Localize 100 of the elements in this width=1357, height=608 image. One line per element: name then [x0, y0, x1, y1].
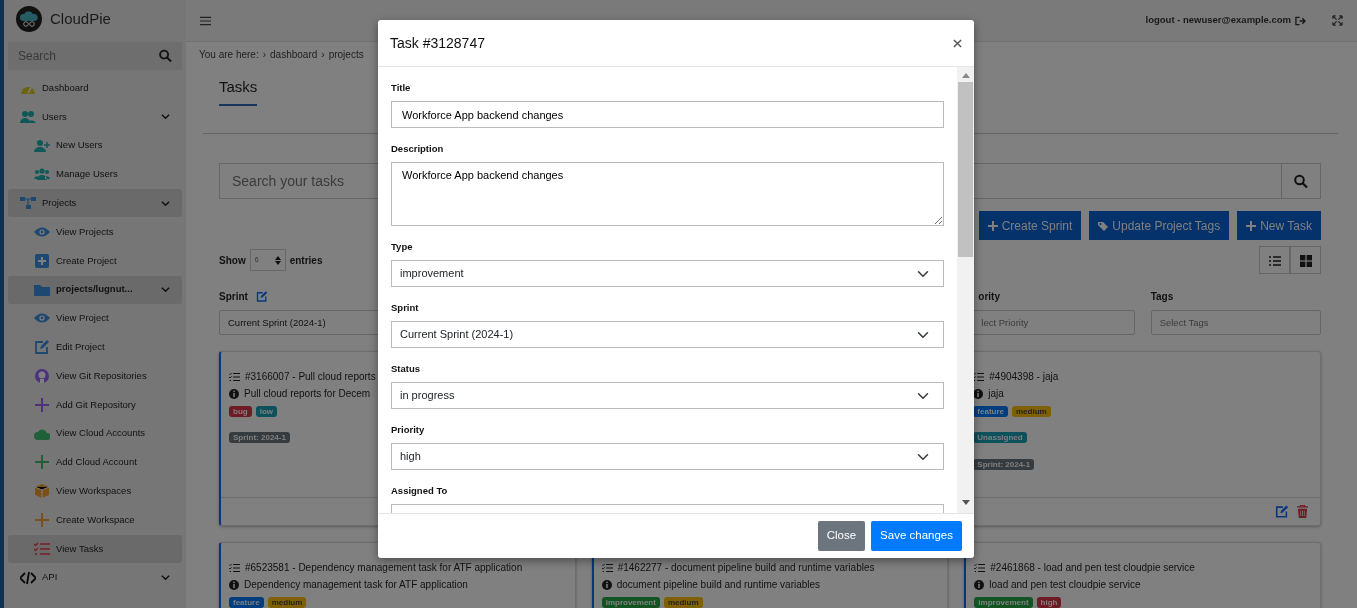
chevron-down-icon: [161, 285, 170, 295]
field-label: Type: [391, 241, 414, 252]
action-button[interactable]: New Task: [1237, 211, 1321, 240]
task-description: jaja: [988, 387, 1004, 401]
folder-icon: [34, 282, 50, 297]
task-description: load and pen test cloudpie service: [989, 578, 1141, 592]
scrollbar[interactable]: [957, 67, 974, 513]
sidebar-item[interactable]: View Projects: [8, 218, 182, 246]
description-field[interactable]: Workforce App backend changes: [391, 162, 944, 226]
task-description: Pull cloud reports for Decem: [244, 387, 371, 401]
search-button[interactable]: [1281, 163, 1321, 199]
sidebar-item[interactable]: Edit Project: [8, 333, 182, 362]
sidebar-item[interactable]: Manage Users: [8, 160, 182, 189]
sidebar-item[interactable]: View Tasks: [8, 534, 182, 563]
sidebar-item[interactable]: projects/lugnut...: [8, 275, 182, 304]
save-button[interactable]: Save changes: [871, 521, 962, 551]
down-arrow-icon: [961, 500, 970, 505]
tag-badge: low: [255, 406, 277, 417]
select-field[interactable]: improvement: [391, 260, 944, 287]
info-icon: [229, 579, 239, 590]
sidebar-item[interactable]: View Cloud Accounts: [8, 419, 182, 448]
tag-badge: high: [1036, 597, 1062, 608]
task-title: #3166007 - Pull cloud reports: [245, 370, 376, 384]
sidebar-item[interactable]: New Users: [8, 131, 182, 160]
list-icon: [1268, 255, 1281, 266]
field-label: Title: [391, 82, 412, 93]
search-icon: [150, 42, 182, 70]
show-label: Show: [219, 253, 246, 268]
action-button[interactable]: Create Sprint: [978, 211, 1082, 240]
sidebar-item[interactable]: Projects: [8, 189, 182, 218]
edit-icon: [34, 340, 50, 355]
select-field[interactable]: high: [391, 443, 944, 470]
filter-label: Sprint: [219, 289, 248, 304]
plus-icon: [34, 455, 50, 470]
sprint-badge: Sprint: 2024-1: [229, 432, 290, 443]
sidebar-item[interactable]: Create Project: [8, 246, 182, 275]
page-tab[interactable]: Tasks: [219, 76, 258, 106]
task-title: #4904398 - jaja: [989, 370, 1059, 384]
task-title: #6523581 - Dependency management task for ATF application: [245, 561, 523, 575]
grid-icon: [1299, 254, 1312, 267]
tag-badge: improvement: [601, 597, 660, 608]
info-icon: [229, 388, 239, 399]
checklist-icon: [229, 371, 240, 382]
plus-icon: [1246, 220, 1257, 231]
sprint-badge: Sprint: 2024-1: [973, 459, 1035, 470]
field-label: Assigned To: [391, 485, 449, 496]
entries-label: entries: [289, 253, 323, 268]
select-field[interactable]: Current Sprint (2024-1): [391, 321, 944, 348]
task-title: #1462277 - document pipeline build and runtime variables: [617, 561, 875, 575]
eye-icon: [34, 225, 50, 239]
fullscreen-icon: [1332, 15, 1343, 26]
sidebar-item[interactable]: Create Workspace: [8, 505, 182, 534]
sidebar-item[interactable]: Dashboard: [8, 74, 182, 102]
sidebar-item[interactable]: Add Cloud Account: [8, 448, 182, 477]
breadcrumb-link[interactable]: projects: [328, 46, 364, 62]
grid-view-button[interactable]: [1290, 246, 1321, 274]
info-icon: [974, 579, 985, 590]
chevron-down-icon: [161, 112, 170, 122]
task-title: #2461868 - load and pen test cloudpie service: [990, 561, 1195, 575]
user-group-icon: [34, 167, 50, 182]
field-label: Status: [391, 363, 422, 374]
close-button[interactable]: Close: [817, 521, 866, 551]
sidebar-item[interactable]: View Project: [8, 304, 182, 333]
sidebar-item[interactable]: Users: [8, 102, 182, 131]
breadcrumb-separator: ›: [262, 47, 267, 62]
assignee-badge: Unassigned: [973, 432, 1027, 443]
task-description: Dependency management task for ATF application: [244, 578, 468, 592]
sidebar-item[interactable]: API: [8, 563, 182, 592]
sidebar-item[interactable]: View Workspaces: [8, 477, 182, 506]
tag-badge: feature: [973, 406, 1008, 417]
action-button[interactable]: Update Project Tags: [1089, 211, 1230, 240]
cloud-logo: [16, 6, 42, 32]
tag-badge: improvement: [974, 597, 1033, 608]
logout-link[interactable]: logout - newuser@example.com: [1145, 13, 1306, 28]
info-icon: [601, 579, 612, 590]
tag-badge: medium: [267, 597, 307, 608]
dialog-title: Task #3128747: [390, 34, 485, 52]
input-field[interactable]: Workforce App backend changes: [391, 101, 944, 128]
sidebar-item[interactable]: View Git Repositories: [8, 361, 182, 390]
users-icon: [20, 109, 36, 124]
code-icon: [20, 570, 36, 585]
field-label: Sprint: [391, 302, 420, 313]
sign-out-icon: [1295, 15, 1306, 26]
sidebar-item[interactable]: Add Git Repository: [8, 390, 182, 419]
tag-badge: bug: [229, 406, 252, 417]
filter-label: Tags: [1150, 289, 1174, 304]
tag-badge: feature: [229, 597, 264, 608]
breadcrumb-link[interactable]: dashboard: [270, 46, 318, 62]
plus-icon: [987, 220, 998, 231]
list-view-button[interactable]: [1259, 246, 1290, 274]
plus-square-icon: [34, 253, 50, 268]
task-description: document pipeline build and runtime variables: [616, 578, 821, 592]
filter-label: ority: [978, 289, 1000, 304]
user-plus-icon: [34, 138, 50, 153]
select-field[interactable]: in progress: [391, 382, 944, 409]
chevron-down-icon: [161, 573, 170, 583]
plus-icon: [34, 397, 50, 412]
filter-field[interactable]: Select Tags: [1150, 310, 1321, 335]
plus-icon: [34, 512, 50, 527]
task-card[interactable]: #2461868 - load and pen test cloudpie service load and pen test cloudpie service improvement high: [964, 542, 1321, 608]
